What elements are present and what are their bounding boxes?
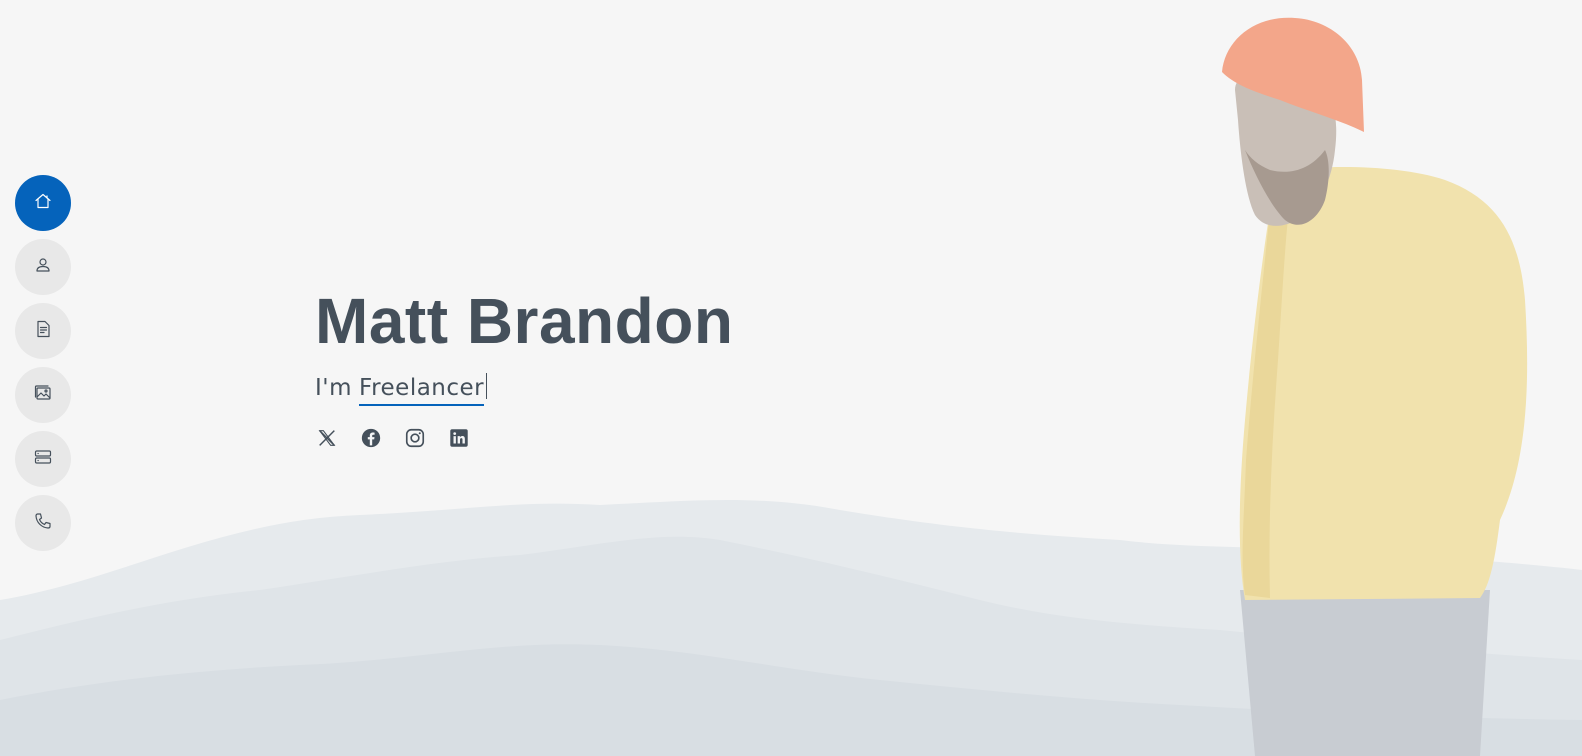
nav-item-services[interactable] [15, 431, 71, 487]
instagram-icon [404, 427, 426, 454]
hero-section: Matt Brandon I'm Freelancer [315, 285, 733, 452]
social-link-facebook[interactable] [359, 428, 383, 452]
hero-background-image [0, 0, 1582, 756]
facebook-icon [360, 427, 382, 454]
x-twitter-icon [316, 427, 338, 454]
typed-role-text: Freelancer [359, 374, 485, 406]
person-icon [33, 255, 53, 280]
social-links [315, 428, 733, 452]
phone-icon [33, 511, 53, 536]
linkedin-icon [448, 427, 470, 454]
nav-item-about[interactable] [15, 239, 71, 295]
social-link-linkedin[interactable] [447, 428, 471, 452]
side-nav [15, 175, 71, 551]
nav-item-portfolio[interactable] [15, 367, 71, 423]
typing-cursor [486, 373, 488, 399]
images-icon [33, 383, 53, 408]
social-link-x[interactable] [315, 428, 339, 452]
nav-item-contact[interactable] [15, 495, 71, 551]
hero-name: Matt Brandon [315, 285, 734, 357]
nav-item-home[interactable] [15, 175, 71, 231]
server-icon [33, 447, 53, 472]
nav-item-resume[interactable] [15, 303, 71, 359]
hero-subtitle: I'm Freelancer [315, 369, 733, 406]
hero-subtitle-prefix: I'm [315, 375, 353, 401]
social-link-instagram[interactable] [403, 428, 427, 452]
home-icon [33, 191, 53, 216]
file-text-icon [33, 319, 53, 344]
